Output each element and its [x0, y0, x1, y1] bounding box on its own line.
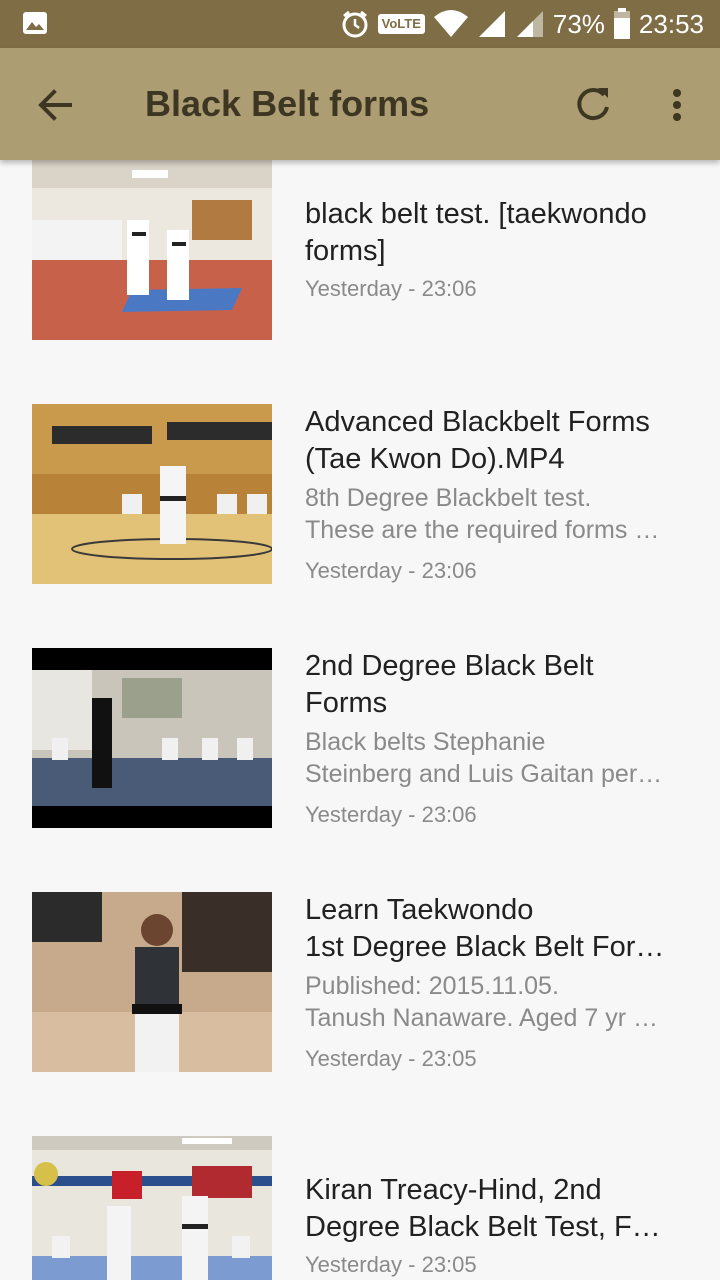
video-item[interactable]: Kiran Treacy-Hind, 2nd Degree Black Belt…	[0, 1136, 720, 1280]
video-description: Black belts Stephanie Steinberg and Luis…	[305, 728, 663, 788]
clock: 23:53	[638, 9, 704, 39]
image-notification-icon	[23, 12, 47, 34]
video-title: black belt test. [taekwondo forms]	[305, 198, 647, 267]
alarm-icon	[342, 10, 368, 38]
video-list: black belt test. [taekwondo forms] Yeste…	[0, 160, 720, 1280]
more-vert-icon[interactable]	[652, 80, 702, 130]
video-thumbnail[interactable]	[32, 892, 272, 1072]
video-item[interactable]: black belt test. [taekwondo forms] Yeste…	[0, 160, 720, 360]
video-timestamp: Yesterday - 23:05	[305, 1252, 477, 1277]
video-timestamp: Yesterday - 23:05	[305, 1046, 477, 1071]
page-title: Black Belt forms	[145, 83, 430, 124]
video-timestamp: Yesterday - 23:06	[305, 802, 477, 827]
app-bar: Black Belt forms	[0, 48, 720, 160]
video-info: Kiran Treacy-Hind, 2nd Degree Black Belt…	[305, 1172, 690, 1280]
signal-2-icon	[516, 11, 543, 37]
video-thumbnail[interactable]	[32, 1136, 272, 1280]
video-title: 2nd Degree Black Belt Forms	[305, 650, 594, 719]
status-bar: VoLTE 73% 23:53	[0, 0, 720, 48]
refresh-icon[interactable]	[568, 80, 618, 130]
volte-badge: VoLTE	[377, 14, 425, 34]
video-thumbnail[interactable]	[32, 160, 272, 340]
video-thumbnail[interactable]	[32, 648, 272, 828]
video-info: black belt test. [taekwondo forms] Yeste…	[305, 196, 690, 304]
video-timestamp: Yesterday - 23:06	[305, 558, 477, 583]
video-title: Advanced Blackbelt Forms (Tae Kwon Do).M…	[305, 406, 650, 475]
wifi-icon	[433, 10, 468, 37]
video-item[interactable]: Advanced Blackbelt Forms (Tae Kwon Do).M…	[0, 404, 720, 604]
video-item[interactable]: 2nd Degree Black Belt Forms Black belts …	[0, 648, 720, 848]
video-title: Kiran Treacy-Hind, 2nd Degree Black Belt…	[305, 1174, 661, 1243]
signal-icon	[478, 11, 505, 37]
video-thumbnail[interactable]	[32, 404, 272, 584]
video-description: 8th Degree Blackbelt test. These are the…	[305, 484, 660, 544]
video-info: Learn Taekwondo 1st Degree Black Belt Fo…	[305, 892, 690, 1074]
video-title: Learn Taekwondo 1st Degree Black Belt Fo…	[305, 894, 665, 963]
video-item[interactable]: Learn Taekwondo 1st Degree Black Belt Fo…	[0, 892, 720, 1092]
video-info: 2nd Degree Black Belt Forms Black belts …	[305, 648, 690, 830]
battery-percent: 73%	[552, 9, 605, 39]
video-description: Published: 2015.11.05. Tanush Nanaware. …	[305, 972, 658, 1032]
battery-icon	[613, 8, 630, 39]
video-info: Advanced Blackbelt Forms (Tae Kwon Do).M…	[305, 404, 690, 586]
arrow-back-icon[interactable]	[30, 80, 80, 130]
video-timestamp: Yesterday - 23:06	[305, 276, 477, 301]
